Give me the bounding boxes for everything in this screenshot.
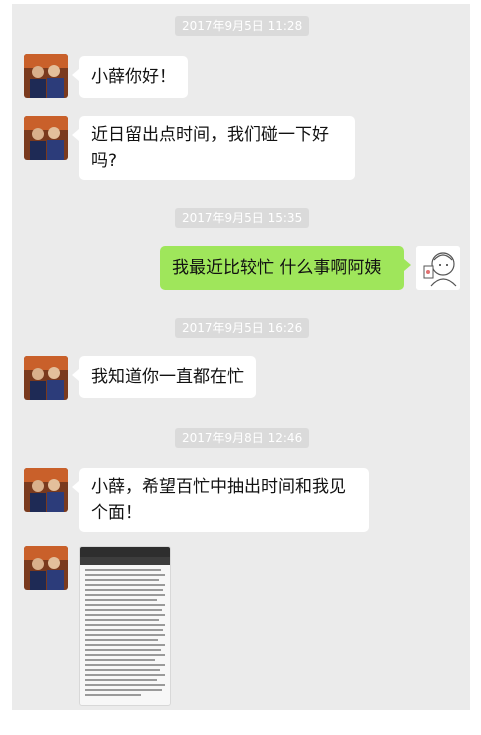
message-bubble[interactable]: 近日留出点时间，我们碰一下好 吗? [72,116,355,180]
message-text: 小薛你好！ [91,67,176,87]
timestamp: 2017年9月5日 11:28 [175,16,310,36]
message-text-line: 小薛，希望百忙中抽出时间和我见 [91,477,346,497]
avatar-photo-icon [24,356,68,400]
avatar-photo-icon [24,116,68,160]
message-bubble[interactable]: 我知道你一直都在忙 [72,356,256,398]
contact-avatar[interactable] [24,546,68,590]
contact-avatar[interactable] [24,116,68,160]
contact-avatar[interactable] [24,356,68,400]
message-text: 我知道你一直都在忙 [91,367,244,387]
message-bubble[interactable]: 小薛你好！ [72,56,188,98]
avatar-photo-icon [24,468,68,512]
image-message[interactable] [79,546,171,706]
message-text: 我最近比较忙 什么事啊阿姨 [172,258,382,278]
cartoon-avatar-icon [416,246,460,290]
message-bubble[interactable]: 小薛，希望百忙中抽出时间和我见 个面！ [72,468,369,532]
avatar-photo-icon [24,546,68,590]
timestamp: 2017年9月5日 16:26 [175,318,310,338]
message-bubble[interactable]: 我最近比较忙 什么事啊阿姨 [160,246,411,290]
contact-avatar[interactable] [24,468,68,512]
contact-avatar[interactable] [24,54,68,98]
message-text-line: 个面！ [91,503,142,523]
message-text-line: 近日留出点时间，我们碰一下好 [91,125,329,145]
screenshot-nav-bar [80,557,170,565]
timestamp: 2017年9月5日 15:35 [175,208,310,228]
document-screenshot-icon [80,547,170,557]
chat-area: 2017年9月5日 11:28 小薛你好！ 近日留出点时间，我们碰一下好 吗? … [12,4,470,710]
avatar-photo-icon [24,54,68,98]
message-text-line: 吗? [91,151,118,171]
my-avatar[interactable] [416,246,460,290]
timestamp: 2017年9月8日 12:46 [175,428,310,448]
screenshot-text-block [80,565,170,696]
